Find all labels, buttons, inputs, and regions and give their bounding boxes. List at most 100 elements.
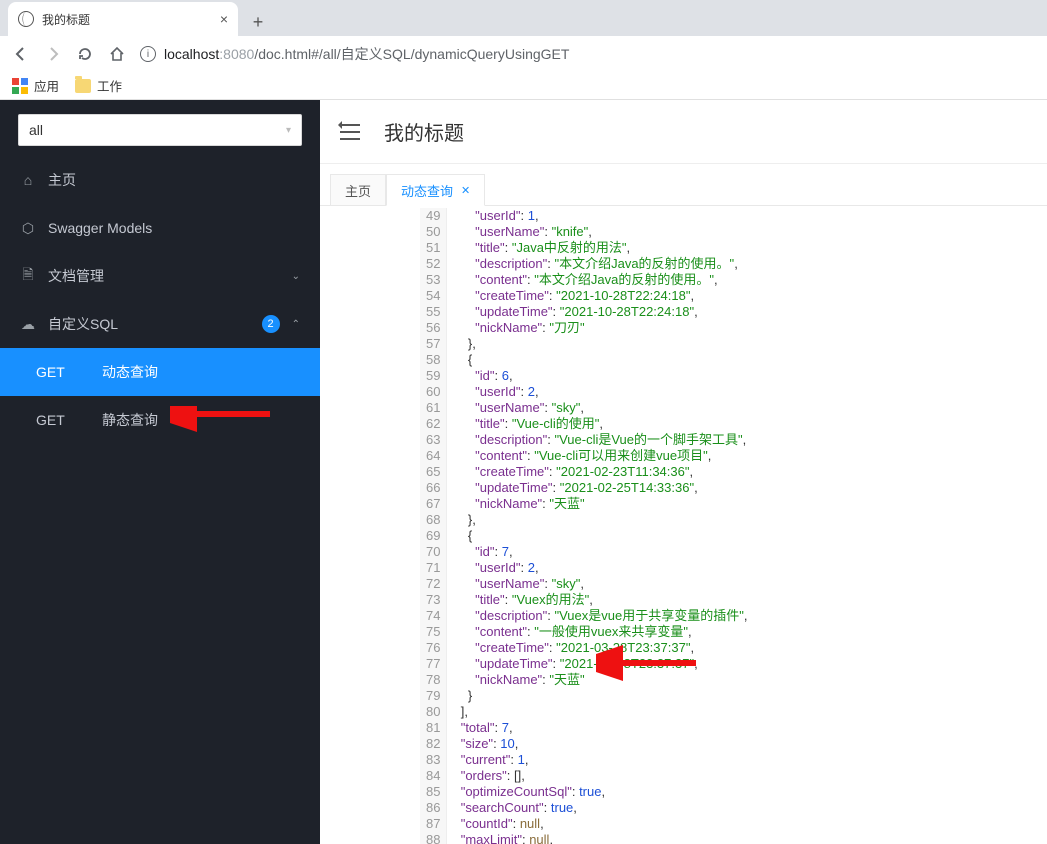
code-line: "countId": null, [453, 816, 747, 832]
line-number: 82 [426, 736, 440, 752]
code-line: }, [453, 336, 747, 352]
code-line: "searchCount": true, [453, 800, 747, 816]
code-line: "total": 7, [453, 720, 747, 736]
chevron-down-icon: ▾ [286, 125, 291, 136]
line-number: 65 [426, 464, 440, 480]
doc-icon: 🗎 [20, 264, 36, 288]
apps-bookmark[interactable]: 应用 [12, 76, 59, 95]
folder-icon [75, 79, 91, 93]
sidebar-item-Swagger Models[interactable]: ⬡Swagger Models [0, 204, 320, 252]
code-line: "content": "本文介绍Java的反射的使用。", [453, 272, 747, 288]
sidebar-item-文档管理[interactable]: 🗎文档管理⌄ [0, 252, 320, 300]
back-icon[interactable] [12, 45, 30, 63]
line-number: 86 [426, 800, 440, 816]
code-line: } [453, 688, 747, 704]
code-line: "updateTime": "2021-10-28T22:24:18", [453, 304, 747, 320]
response-body[interactable]: 4950515253545556575859606162636465666768… [420, 208, 1047, 844]
code-line: "updateTime": "2021-03-28T23:37:37", [453, 656, 747, 672]
content-tab-动态查询[interactable]: 动态查询 ✕ [386, 174, 485, 206]
code-line: "title": "Vuex的用法", [453, 592, 747, 608]
code-line: "title": "Java中反射的用法", [453, 240, 747, 256]
code-line: "userId": 2, [453, 384, 747, 400]
line-number: 81 [426, 720, 440, 736]
code-line: "title": "Vue-cli的使用", [453, 416, 747, 432]
address-bar: i localhost:8080/doc.html#/all/自定义SQL/dy… [0, 36, 1047, 72]
line-number: 53 [426, 272, 440, 288]
line-number: 83 [426, 752, 440, 768]
line-number: 74 [426, 608, 440, 624]
api-item-动态查询[interactable]: GET动态查询 [0, 348, 320, 396]
line-number: 52 [426, 256, 440, 272]
http-method: GET [36, 364, 72, 380]
browser-tab[interactable]: 我的标题 × [8, 2, 238, 36]
content-tab-主页[interactable]: 主页 [330, 174, 386, 206]
chevron-icon: ⌃ [292, 319, 300, 330]
code-line: "description": "Vue-cli是Vue的一个脚手架工具", [453, 432, 747, 448]
work-label: 工作 [97, 76, 122, 95]
models-icon: ⬡ [20, 220, 36, 237]
code-line: "size": 10, [453, 736, 747, 752]
code-line: { [453, 352, 747, 368]
line-number: 71 [426, 560, 440, 576]
cloud-icon: ☁ [20, 316, 36, 333]
line-number: 57 [426, 336, 440, 352]
apps-icon [12, 78, 28, 94]
line-number: 88 [426, 832, 440, 844]
code-line: "userId": 2, [453, 560, 747, 576]
spec-select[interactable]: all ▾ [18, 114, 302, 146]
collapse-sidebar-icon[interactable] [340, 124, 360, 140]
forward-icon [44, 45, 62, 63]
reload-icon[interactable] [76, 45, 94, 63]
line-number: 50 [426, 224, 440, 240]
page-title: 我的标题 [384, 117, 464, 146]
code-line: "userName": "sky", [453, 400, 747, 416]
sidebar-item-自定义SQL[interactable]: ☁自定义SQL2⌃ [0, 300, 320, 348]
code-line: "id": 6, [453, 368, 747, 384]
code-line: "createTime": "2021-02-23T11:34:36", [453, 464, 747, 480]
code-line: "userId": 1, [453, 208, 747, 224]
line-number: 87 [426, 816, 440, 832]
code-line: "createTime": "2021-03-28T23:37:37", [453, 640, 747, 656]
sidebar-item-主页[interactable]: ⌂主页 [0, 156, 320, 204]
tab-label: 动态查询 [401, 181, 453, 200]
line-number: 67 [426, 496, 440, 512]
line-number: 55 [426, 304, 440, 320]
main-panel: 我的标题 主页动态查询✕ 495051525354555657585960616… [320, 100, 1047, 844]
code-line: "description": "Vuex是vue用于共享变量的插件", [453, 608, 747, 624]
code-line: "orders": [], [453, 768, 747, 784]
info-icon[interactable]: i [140, 46, 156, 62]
line-number: 62 [426, 416, 440, 432]
line-number: 69 [426, 528, 440, 544]
new-tab-button[interactable]: + [244, 8, 272, 36]
code-line: "description": "本文介绍Java的反射的使用。", [453, 256, 747, 272]
work-bookmark[interactable]: 工作 [75, 76, 122, 95]
code-line: "id": 7, [453, 544, 747, 560]
sidebar-item-label: 自定义SQL [48, 314, 250, 334]
url-field[interactable]: i localhost:8080/doc.html#/all/自定义SQL/dy… [140, 44, 1035, 64]
api-label: 静态查询 [102, 410, 158, 430]
code-line: "updateTime": "2021-02-25T14:33:36", [453, 480, 747, 496]
line-number: 68 [426, 512, 440, 528]
close-icon[interactable]: ✕ [461, 184, 470, 197]
line-number: 63 [426, 432, 440, 448]
line-number: 70 [426, 544, 440, 560]
bookmarks-bar: 应用 工作 [0, 72, 1047, 100]
api-item-静态查询[interactable]: GET静态查询 [0, 396, 320, 444]
line-number: 78 [426, 672, 440, 688]
line-number: 75 [426, 624, 440, 640]
code-line: "nickName": "天蓝" [453, 496, 747, 512]
chevron-icon: ⌄ [292, 271, 300, 282]
sidebar: all ▾ ⌂主页⬡Swagger Models🗎文档管理⌄☁自定义SQL2⌃ … [0, 100, 320, 844]
line-number: 77 [426, 656, 440, 672]
line-number: 56 [426, 320, 440, 336]
line-number: 49 [426, 208, 440, 224]
line-number: 51 [426, 240, 440, 256]
line-number: 73 [426, 592, 440, 608]
line-number: 66 [426, 480, 440, 496]
line-number: 84 [426, 768, 440, 784]
code-line: "nickName": "刀刃" [453, 320, 747, 336]
code-line: "content": "一般使用vuex来共享变量", [453, 624, 747, 640]
close-icon[interactable]: × [220, 11, 228, 27]
home-icon[interactable] [108, 45, 126, 63]
line-number: 58 [426, 352, 440, 368]
